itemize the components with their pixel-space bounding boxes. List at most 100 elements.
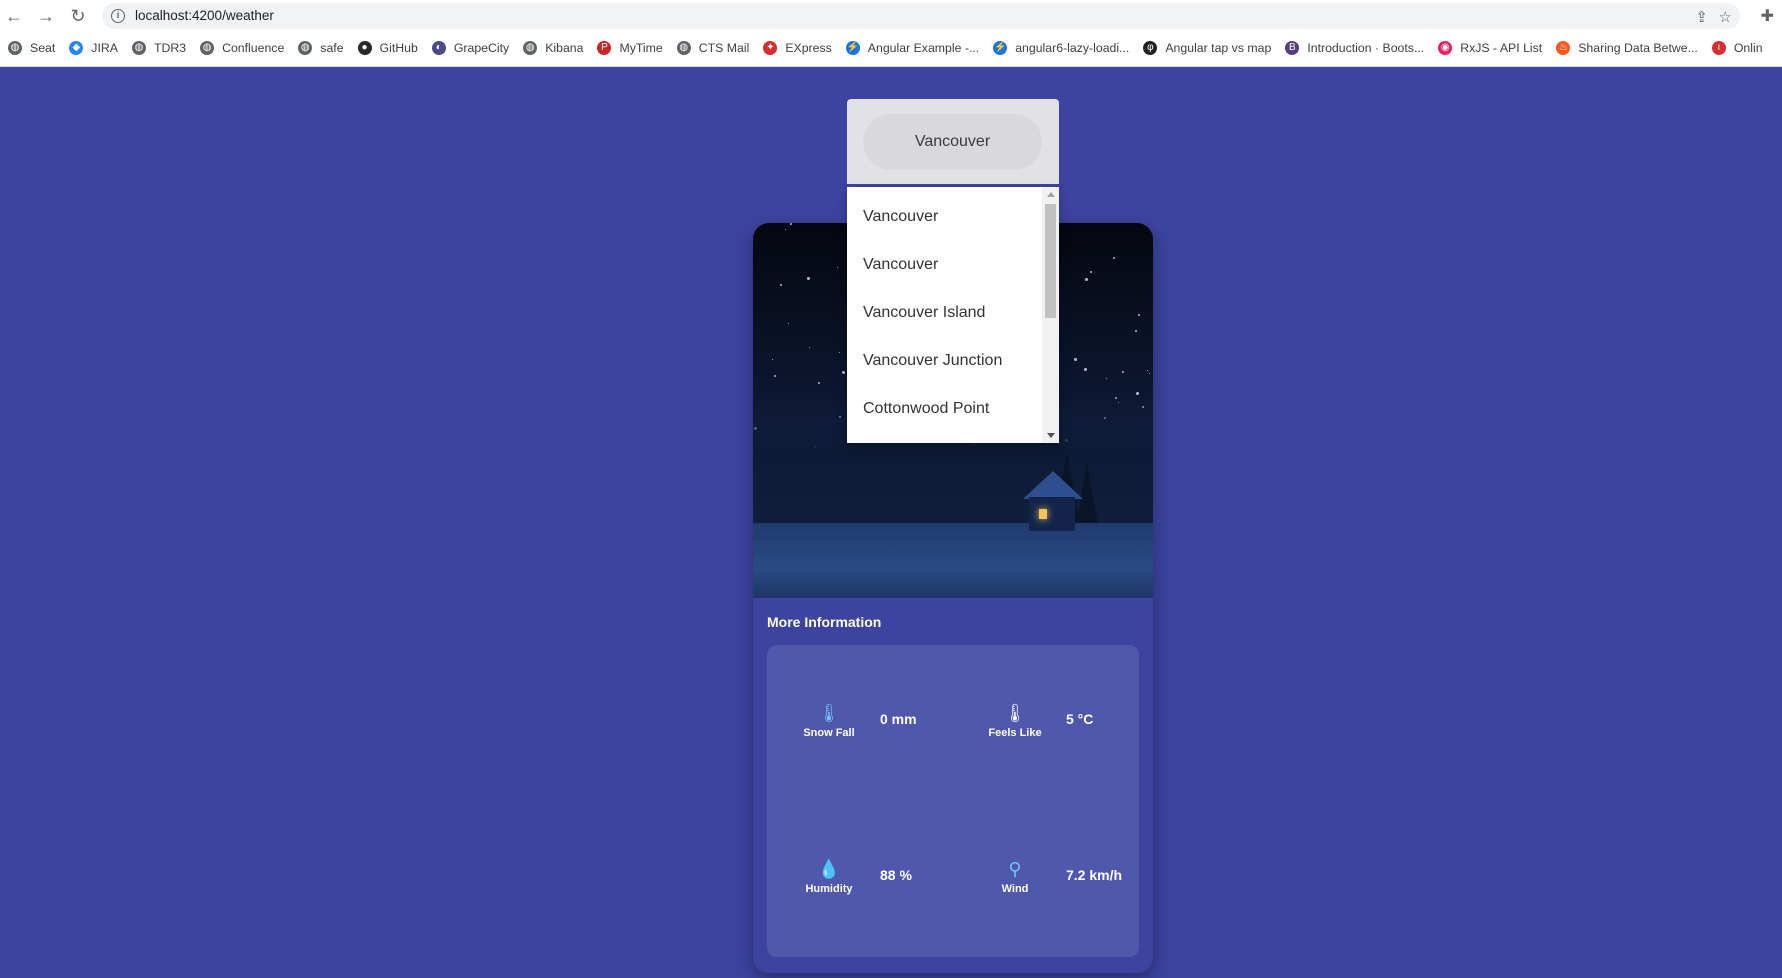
bookmark-item[interactable]: ◆ JIRA <box>69 36 118 60</box>
globe-icon: ◍ <box>200 41 215 55</box>
scrollbar-thumb[interactable] <box>1045 204 1056 318</box>
forward-button[interactable]: → <box>34 4 58 28</box>
bookmarks-bar: ◍ Seat ◆ JIRA ◍ TDR3 ◍ Confluence ◍ safe ● GitHub ◐ G… <box>0 36 1782 60</box>
bolt-icon: ⚡ <box>845 41 860 55</box>
bookmark-item[interactable]: ⚡ Angular Example -... <box>845 36 980 60</box>
star <box>785 229 786 230</box>
bookmark-item[interactable]: ◍ Seat <box>8 36 55 60</box>
bookmark-item[interactable]: ✦ EXpress <box>763 36 832 60</box>
rxjs-icon: ◉ <box>1438 41 1453 55</box>
dropdown-scrollbar[interactable] <box>1042 187 1059 443</box>
bookmark-label: EXpress <box>785 41 832 55</box>
metric-snow-fall: 🌡 Snow Fall 0 mm <box>787 701 967 751</box>
star <box>780 284 782 286</box>
metric-label: Feels Like <box>988 727 1042 739</box>
more-information-panel: 🌡 Snow Fall 0 mm 🌡 Feels Like 5 °C 💧 Hum… <box>767 645 1139 957</box>
metric-label: Wind <box>1001 883 1029 895</box>
snow-thermometer-icon: 🌡 <box>817 703 841 723</box>
globe-icon: ◍ <box>676 41 691 55</box>
star <box>772 359 773 360</box>
star <box>790 223 792 225</box>
city-search-field <box>847 99 1059 186</box>
bookmark-item[interactable]: B Introduction · Boots... <box>1285 36 1424 60</box>
snow-ground <box>753 523 1153 598</box>
bookmark-item[interactable]: ı Onlin <box>1711 36 1763 60</box>
autocomplete-option[interactable]: Vancouver Junction <box>847 337 1041 385</box>
bookmark-label: GrapeCity <box>453 41 510 55</box>
autocomplete-option[interactable]: Vancouver <box>847 193 1041 241</box>
more-information-title: More Information <box>767 614 882 630</box>
wind-turbine-icon: ⚲ <box>1008 859 1022 879</box>
bookmark-item[interactable]: ◍ Kibana <box>523 36 583 60</box>
search-input-wrapper <box>863 114 1042 170</box>
star <box>1149 373 1150 374</box>
github-icon: ● <box>357 41 372 55</box>
star-icon[interactable]: ☆ <box>1719 8 1732 26</box>
reload-icon: ↻ <box>70 6 86 26</box>
bookmark-label: Angular Example -... <box>867 41 980 55</box>
bookmark-label: angular6-lazy-loadi... <box>1015 41 1130 55</box>
autocomplete-option[interactable]: Vancouver Island <box>847 289 1041 337</box>
bookmark-label: GitHub <box>379 41 418 55</box>
star <box>818 382 820 384</box>
star <box>1113 257 1115 259</box>
bookmark-item[interactable]: P MyTime <box>597 36 663 60</box>
metric-value: 88 % <box>880 867 912 883</box>
metric-humidity: 💧 Humidity 88 % <box>787 857 967 907</box>
bookmark-item[interactable]: ◍ Confluence <box>200 36 284 60</box>
star <box>1085 278 1088 281</box>
scroll-down-arrow-icon[interactable] <box>1047 433 1055 438</box>
star <box>788 323 789 324</box>
bookmark-item[interactable]: ◉ RxJS - API List <box>1438 36 1542 60</box>
extensions-icon[interactable]: ✚ <box>1761 6 1774 26</box>
bookmark-item[interactable]: ⚡ angular6-lazy-loadi... <box>993 36 1129 60</box>
reload-button[interactable]: ↻ <box>66 4 90 28</box>
autocomplete-dropdown: Vancouver Vancouver Vancouver Island Van… <box>847 187 1059 443</box>
tap-icon: φ <box>1143 41 1158 55</box>
globe-icon: ◍ <box>8 41 22 55</box>
star <box>807 277 810 280</box>
bookmark-item[interactable]: ◍ TDR3 <box>131 36 186 60</box>
arrow-left-icon: ← <box>5 6 23 26</box>
globe-icon: ◍ <box>523 41 538 55</box>
bolt-icon: ⚡ <box>993 41 1008 55</box>
bookmark-item[interactable]: ◍ CTS Mail <box>676 36 750 60</box>
bookmark-item[interactable]: ◐ GrapeCity <box>431 36 510 60</box>
globe-icon: ◍ <box>298 41 313 55</box>
star <box>1135 330 1137 332</box>
bookmark-label: Onlin <box>1733 41 1763 55</box>
humidity-drop-icon: 💧 <box>817 859 841 879</box>
grapecity-icon: ◐ <box>431 41 446 55</box>
autocomplete-option[interactable]: Cottonwood Point <box>847 385 1041 433</box>
address-bar[interactable]: i localhost:4200/weather ⇪ ☆ <box>102 3 1740 29</box>
globe-icon: ◍ <box>131 41 146 55</box>
bookmark-label: Introduction · Boots... <box>1307 41 1425 55</box>
star <box>809 347 810 348</box>
maple-leaf-icon: ✦ <box>763 41 778 55</box>
url-text: localhost:4200/weather <box>135 8 274 23</box>
browser-chrome: ← → ↻ i localhost:4200/weather ⇪ ☆ ✚ ◍ Se… <box>0 0 1782 67</box>
metric-value: 0 mm <box>880 711 917 727</box>
autocomplete-option[interactable]: Vancouver <box>847 241 1041 289</box>
star <box>839 352 840 353</box>
star <box>842 371 845 374</box>
cabin <box>1023 471 1083 533</box>
bootstrap-icon: B <box>1285 41 1300 55</box>
bookmark-item[interactable]: ◍ safe <box>298 36 344 60</box>
arrow-right-icon: → <box>37 6 55 26</box>
star <box>1147 370 1148 371</box>
scroll-up-arrow-icon[interactable] <box>1047 192 1055 197</box>
bookmark-item[interactable]: φ Angular tap vs map <box>1143 36 1271 60</box>
bookmark-label: JIRA <box>91 41 118 55</box>
bookmark-label: MyTime <box>619 41 663 55</box>
bookmark-label: CTS Mail <box>698 41 750 55</box>
bookmark-label: Seat <box>30 41 56 55</box>
bookmark-label: Confluence <box>222 41 285 55</box>
city-search-input[interactable] <box>863 114 1042 170</box>
info-icon[interactable]: i <box>111 9 125 23</box>
back-button[interactable]: ← <box>2 4 26 28</box>
star <box>774 375 776 377</box>
bookmark-item[interactable]: ● GitHub <box>357 36 418 60</box>
share-icon[interactable]: ⇪ <box>1695 8 1708 26</box>
bookmark-item[interactable]: ♨ Sharing Data Betwe... <box>1556 36 1698 60</box>
